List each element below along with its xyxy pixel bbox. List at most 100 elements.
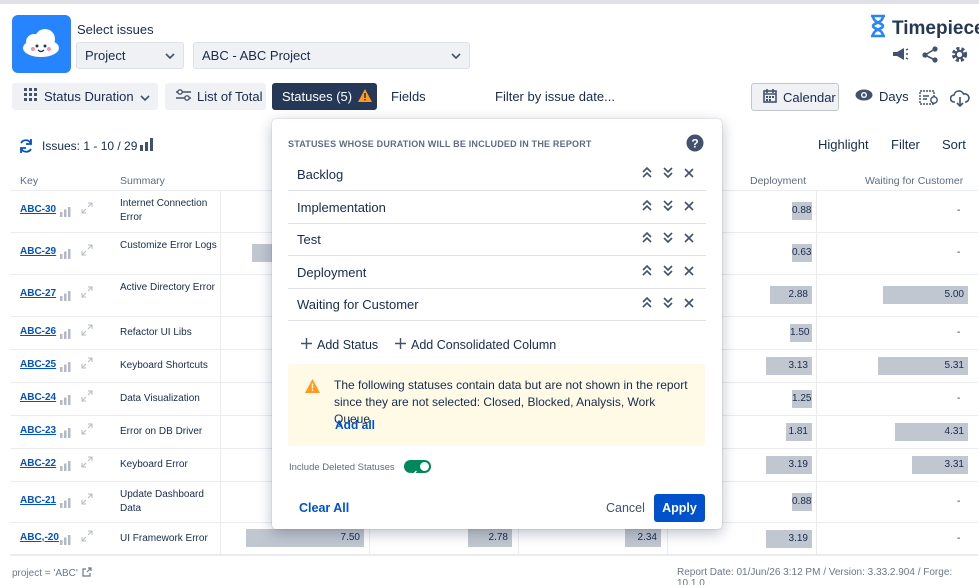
- filter-button[interactable]: Filter: [891, 137, 920, 152]
- waiting-bar: 5.00: [883, 286, 968, 304]
- move-down-icon[interactable]: [663, 264, 673, 279]
- close-icon[interactable]: [684, 200, 694, 214]
- column-header-key[interactable]: Key: [20, 175, 38, 187]
- issue-key-link[interactable]: ABC-30: [20, 204, 56, 215]
- help-icon[interactable]: ?: [686, 134, 704, 157]
- expand-icon[interactable]: [81, 201, 93, 219]
- move-up-icon[interactable]: [642, 264, 652, 279]
- expand-icon[interactable]: [81, 529, 93, 547]
- move-down-icon[interactable]: [663, 297, 673, 311]
- close-icon[interactable]: [684, 232, 694, 246]
- issue-key-link[interactable]: ABC,-20: [20, 532, 59, 543]
- include-deleted-toggle[interactable]: [404, 460, 431, 476]
- calendar-button[interactable]: Calendar: [751, 83, 839, 111]
- deployment-bar: 1.25: [792, 389, 812, 408]
- gear-icon[interactable]: [950, 45, 969, 69]
- highlight-button[interactable]: Highlight: [818, 137, 869, 152]
- refresh-icon[interactable]: [18, 138, 34, 159]
- report-settings-icon[interactable]: [919, 90, 939, 111]
- implementation-bar: 2.78: [468, 529, 512, 547]
- jql-link[interactable]: project = 'ABC': [12, 567, 92, 580]
- project-select[interactable]: Project: [76, 42, 184, 69]
- bar-chart-icon[interactable]: [60, 359, 71, 377]
- column-header-waiting[interactable]: Waiting for Customer: [865, 175, 963, 187]
- status-row: Waiting for Customer: [288, 289, 706, 321]
- test-bar: 2.34: [625, 529, 661, 547]
- calendar-icon: [763, 88, 777, 106]
- issue-key-link[interactable]: ABC-21: [20, 495, 56, 506]
- issue-key-link[interactable]: ABC-23: [20, 425, 56, 436]
- close-icon[interactable]: [684, 297, 694, 311]
- days-label: Days: [879, 89, 909, 104]
- bar-chart-icon[interactable]: [60, 495, 71, 513]
- move-up-icon[interactable]: [642, 296, 652, 311]
- column-header-summary[interactable]: Summary: [120, 175, 165, 187]
- expand-icon[interactable]: [81, 323, 93, 341]
- bar-chart-icon[interactable]: [60, 532, 71, 550]
- expand-icon[interactable]: [81, 356, 93, 374]
- filter-by-date-button[interactable]: Filter by issue date...: [495, 83, 615, 110]
- cancel-button[interactable]: Cancel: [606, 501, 645, 515]
- move-down-icon[interactable]: [663, 167, 673, 181]
- expand-icon[interactable]: [81, 285, 93, 303]
- statuses-label: Statuses (5): [282, 89, 353, 104]
- bar-chart-icon[interactable]: [60, 204, 71, 222]
- clear-all-button[interactable]: Clear All: [299, 501, 349, 515]
- cloud-download-icon[interactable]: [949, 90, 970, 112]
- bar-chart-icon[interactable]: [60, 288, 71, 306]
- bar-chart-icon[interactable]: [140, 138, 153, 156]
- chevron-down-icon: [165, 52, 175, 59]
- add-consolidated-button[interactable]: Add Consolidated Column: [395, 338, 556, 352]
- project-value-select[interactable]: ABC - ABC Project: [193, 42, 470, 69]
- expand-icon[interactable]: [81, 243, 93, 261]
- include-deleted-label: Include Deleted Statuses: [289, 462, 395, 473]
- apply-button[interactable]: Apply: [654, 494, 705, 522]
- svg-text:?: ?: [691, 137, 698, 151]
- status-actions: [642, 199, 694, 214]
- waiting-empty: -: [957, 326, 961, 338]
- column-header-deployment[interactable]: Deployment: [750, 175, 806, 187]
- add-all-link[interactable]: Add all: [335, 418, 375, 432]
- expand-icon[interactable]: [81, 455, 93, 473]
- move-up-icon[interactable]: [642, 166, 652, 181]
- jql-text: project = 'ABC': [12, 568, 78, 579]
- expand-icon[interactable]: [81, 422, 93, 440]
- chevron-down-icon: [140, 89, 150, 104]
- close-icon[interactable]: [684, 265, 694, 279]
- expand-icon[interactable]: [81, 492, 93, 510]
- plus-icon: [395, 338, 406, 352]
- eye-icon: [855, 89, 873, 104]
- backlog-bar: 7.50: [246, 529, 364, 547]
- issue-key-link[interactable]: ABC-22: [20, 458, 56, 469]
- bar-chart-icon[interactable]: [60, 425, 71, 443]
- issue-key-link[interactable]: ABC-26: [20, 326, 56, 337]
- fields-button[interactable]: Fields: [391, 83, 426, 110]
- add-status-button[interactable]: Add Status: [301, 338, 378, 352]
- issue-key-link[interactable]: ABC-25: [20, 359, 56, 370]
- bar-chart-icon[interactable]: [60, 458, 71, 476]
- issue-key-link[interactable]: ABC-24: [20, 392, 56, 403]
- expand-icon[interactable]: [81, 389, 93, 407]
- issue-key-link[interactable]: ABC-29: [20, 246, 56, 257]
- move-down-icon[interactable]: [663, 199, 673, 214]
- move-down-icon[interactable]: [663, 232, 673, 246]
- share-icon[interactable]: [921, 46, 939, 68]
- move-up-icon[interactable]: [642, 231, 652, 246]
- bar-chart-icon[interactable]: [60, 246, 71, 264]
- bar-chart-icon[interactable]: [60, 326, 71, 344]
- days-button[interactable]: Days: [855, 83, 909, 110]
- waiting-bar: 3.31: [912, 455, 968, 474]
- megaphone-icon[interactable]: [891, 46, 909, 67]
- issue-summary: Keyboard Error: [120, 458, 188, 470]
- status-duration-button[interactable]: Status Duration: [12, 83, 158, 110]
- sort-button[interactable]: Sort: [942, 137, 966, 152]
- deployment-bar: 3.19: [766, 529, 812, 548]
- filter-by-date-label: Filter by issue date...: [495, 89, 615, 104]
- bar-chart-icon[interactable]: [60, 392, 71, 410]
- move-up-icon[interactable]: [642, 199, 652, 214]
- waiting-empty: -: [957, 495, 961, 507]
- list-of-total-button[interactable]: List of Total: [165, 83, 266, 110]
- close-icon[interactable]: [684, 167, 694, 181]
- issue-key-link[interactable]: ABC-27: [20, 288, 56, 299]
- statuses-button[interactable]: Statuses (5): [272, 83, 377, 110]
